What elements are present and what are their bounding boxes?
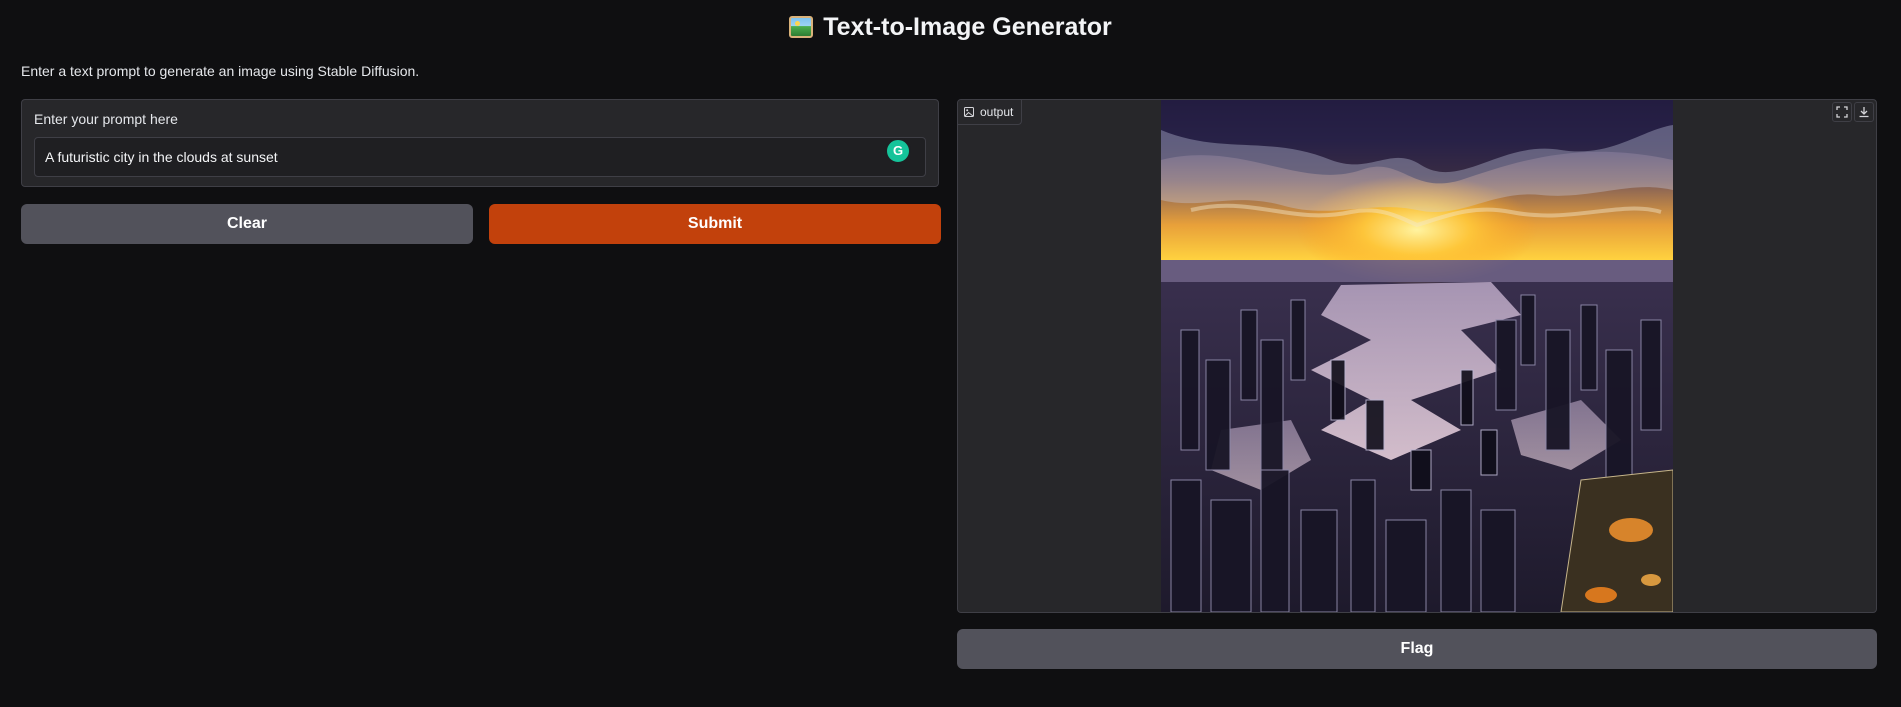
grammarly-icon[interactable]: G bbox=[885, 138, 911, 164]
output-label: output bbox=[980, 105, 1014, 119]
page-title: Text-to-Image Generator bbox=[0, 10, 1901, 44]
download-icon[interactable] bbox=[1854, 102, 1874, 122]
page-title-text: Text-to-Image Generator bbox=[823, 13, 1112, 41]
prompt-label: Enter your prompt here bbox=[34, 111, 178, 127]
prompt-panel: Enter your prompt here A futuristic city… bbox=[21, 99, 939, 187]
generated-image bbox=[1161, 100, 1673, 612]
app-root: Text-to-Image Generator Enter a text pro… bbox=[0, 0, 1901, 707]
output-image-panel: output bbox=[957, 99, 1877, 613]
framed-picture-icon bbox=[789, 16, 814, 38]
image-icon bbox=[964, 107, 974, 117]
flag-button[interactable]: Flag bbox=[957, 629, 1877, 669]
prompt-input-value: A futuristic city in the clouds at sunse… bbox=[45, 149, 278, 165]
clear-button[interactable]: Clear bbox=[21, 204, 473, 244]
submit-button[interactable]: Submit bbox=[489, 204, 941, 244]
output-label-tag: output bbox=[958, 100, 1023, 125]
fullscreen-icon[interactable] bbox=[1832, 102, 1852, 122]
page-description: Enter a text prompt to generate an image… bbox=[21, 63, 420, 79]
prompt-input[interactable]: A futuristic city in the clouds at sunse… bbox=[34, 137, 926, 177]
